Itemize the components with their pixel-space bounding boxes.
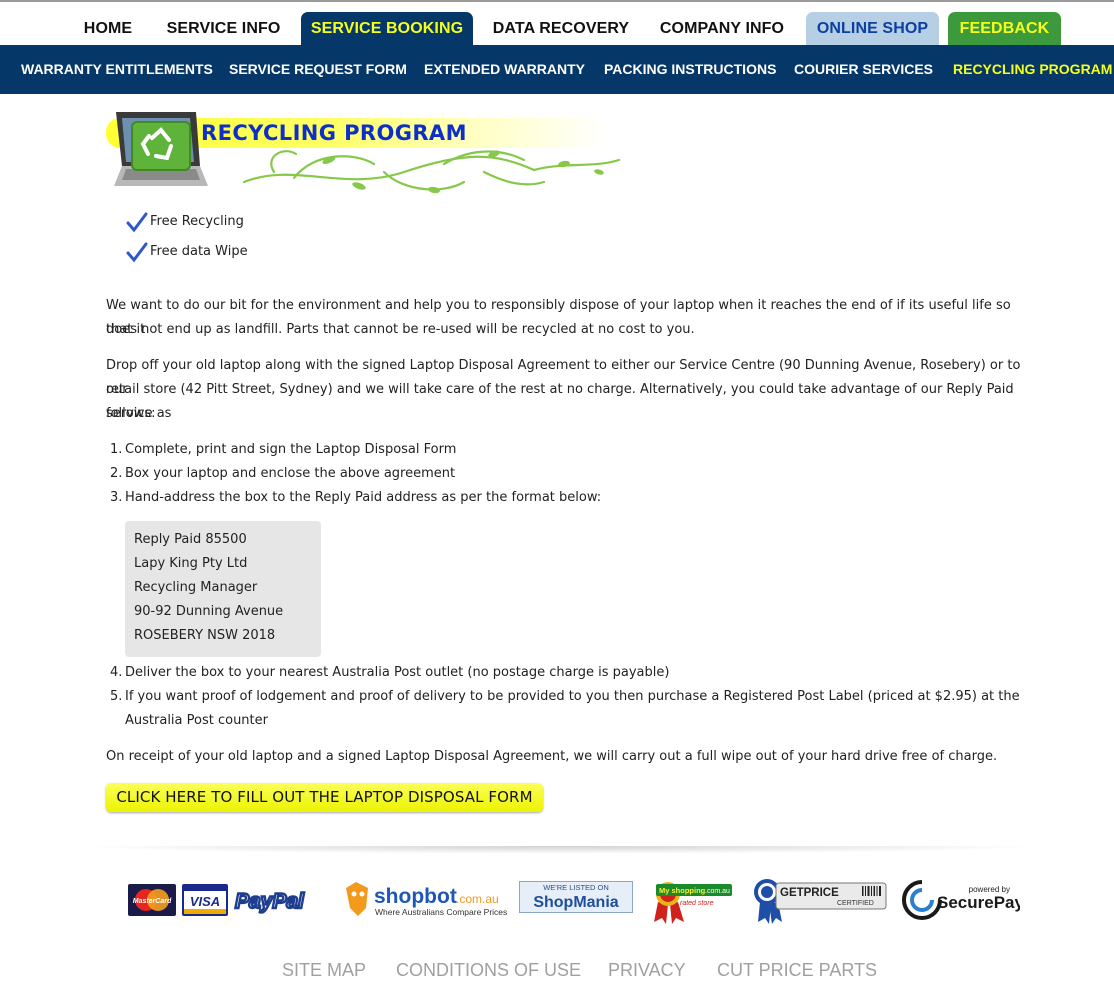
step-number: 4. bbox=[110, 665, 123, 680]
getprice-certified-badge: GETPRICE CERTIFIED bbox=[754, 879, 887, 924]
step-number: 3. bbox=[110, 490, 123, 505]
myshopping-domain: .com.au bbox=[705, 888, 730, 895]
mastercard-logo: MasterCard bbox=[128, 884, 176, 916]
securepay-name: SecurePay bbox=[937, 893, 1020, 912]
tab-data-recovery[interactable]: DATA RECOVERY bbox=[487, 12, 635, 45]
main-tabs: HOME SERVICE INFO SERVICE BOOKING DATA R… bbox=[0, 3, 1114, 45]
laptop-disposal-form-button[interactable]: CLICK HERE TO FILL OUT THE LAPTOP DISPOS… bbox=[106, 783, 543, 812]
subnav-packing-instructions[interactable]: PACKING INSTRUCTIONS bbox=[604, 45, 776, 94]
vine-decoration bbox=[242, 150, 621, 194]
step-text: Hand-address the box to the Reply Paid a… bbox=[125, 490, 602, 505]
footer-link-cut-price-parts[interactable]: CUT PRICE PARTS bbox=[717, 960, 877, 981]
getprice-name: GETPRICE bbox=[780, 887, 839, 899]
tab-service-info[interactable]: SERVICE INFO bbox=[160, 12, 287, 45]
step-number: 2. bbox=[110, 466, 123, 481]
top-rule bbox=[0, 0, 1114, 2]
address-line: ROSEBERY NSW 2018 bbox=[134, 628, 276, 643]
shopbot-name: shopbot bbox=[374, 885, 457, 908]
receipt-paragraph: On receipt of your old laptop and a sign… bbox=[106, 749, 998, 764]
visa-logo: VISA bbox=[182, 884, 228, 916]
shopmania-listed-text: WE'RE LISTED ON bbox=[543, 883, 609, 892]
step-item: 1. Complete, print and sign the Laptop Di… bbox=[110, 438, 456, 462]
address-line: 90-92 Dunning Avenue bbox=[134, 604, 284, 619]
step-number: 5. bbox=[110, 689, 123, 704]
intro-paragraph-line: does not end up as landfill. Parts that … bbox=[106, 322, 695, 337]
securepay-logo: powered by SecurePay bbox=[902, 880, 1020, 920]
subnav-recycling-program[interactable]: RECYCLING PROGRAM bbox=[953, 45, 1112, 94]
shopbot-domain: .com.au bbox=[456, 892, 499, 906]
step-text: If you want proof of lodgement and proof… bbox=[125, 689, 1020, 704]
step-item: 5. If you want proof of lodgement and pro… bbox=[110, 685, 1020, 709]
reply-paid-address-box: Reply Paid 85500 Lapy King Pty Ltd Recyc… bbox=[125, 521, 321, 657]
step-text: Australia Post counter bbox=[125, 713, 268, 728]
step-item-continuation: Australia Post counter bbox=[110, 709, 268, 733]
tab-company-info[interactable]: COMPANY INFO bbox=[652, 12, 792, 45]
check-mark-icon bbox=[126, 242, 148, 263]
paypal-logo: PayPal bbox=[234, 889, 306, 914]
subnav-courier-services[interactable]: COURIER SERVICES bbox=[794, 45, 933, 94]
step-text: Complete, print and sign the Laptop Disp… bbox=[125, 442, 457, 457]
shopbot-logo: shopbot .com.au Where Australians Compar… bbox=[346, 882, 507, 917]
step-item: 4. Deliver the box to your nearest Austra… bbox=[110, 661, 669, 685]
page-title: RECYCLING PROGRAM bbox=[201, 121, 467, 145]
myshopping-tag: rated store bbox=[680, 900, 714, 907]
footer-divider bbox=[70, 846, 1050, 854]
shopmania-badge: WE'RE LISTED ON ShopMania bbox=[519, 881, 633, 913]
paypal-text: PayPal bbox=[235, 890, 305, 913]
shopmania-name: ShopMania bbox=[533, 894, 618, 911]
laptop-recycle-icon bbox=[114, 112, 208, 186]
sub-navigation: WARRANTY ENTITLEMENTS SERVICE REQUEST FO… bbox=[0, 45, 1114, 94]
dropoff-paragraph-line: follows: bbox=[106, 406, 156, 421]
myshopping-name: My shopping bbox=[659, 886, 706, 895]
step-text: Deliver the box to your nearest Australi… bbox=[125, 665, 670, 680]
footer-link-conditions-of-use[interactable]: CONDITIONS OF USE bbox=[396, 960, 581, 981]
tab-feedback[interactable]: FEEDBACK bbox=[948, 12, 1061, 45]
address-line: Lapy King Pty Ltd bbox=[134, 556, 248, 571]
getprice-certified-text: CERTIFIED bbox=[837, 900, 874, 907]
address-line: Recycling Manager bbox=[134, 580, 258, 595]
step-item: 3. Hand-address the box to the Reply Paid… bbox=[110, 486, 601, 510]
step-number: 1. bbox=[110, 442, 123, 457]
subnav-extended-warranty[interactable]: EXTENDED WARRANTY bbox=[424, 45, 585, 94]
shopbot-tagline: Where Australians Compare Prices bbox=[375, 907, 507, 917]
tab-online-shop[interactable]: ONLINE SHOP bbox=[806, 12, 939, 45]
subnav-warranty-entitlements[interactable]: WARRANTY ENTITLEMENTS bbox=[21, 45, 213, 94]
footer-link-privacy[interactable]: PRIVACY bbox=[608, 960, 686, 981]
address-line: Reply Paid 85500 bbox=[134, 532, 247, 547]
step-item: 2. Box your laptop and enclose the above … bbox=[110, 462, 455, 486]
visa-text: VISA bbox=[190, 894, 220, 909]
mastercard-text: MasterCard bbox=[133, 898, 172, 905]
tab-service-booking[interactable]: SERVICE BOOKING bbox=[301, 12, 473, 45]
check-mark-icon bbox=[126, 212, 148, 233]
subnav-service-request-form[interactable]: SERVICE REQUEST FORM bbox=[229, 45, 407, 94]
footer-link-site-map[interactable]: SITE MAP bbox=[282, 960, 366, 981]
checklist-label: Free Recycling bbox=[150, 214, 244, 229]
checklist-label: Free data Wipe bbox=[150, 244, 248, 259]
step-text: Box your laptop and enclose the above ag… bbox=[125, 466, 456, 481]
tab-home[interactable]: HOME bbox=[76, 12, 140, 45]
myshopping-rated-badge: My shopping .com.au rated store bbox=[654, 882, 732, 924]
recycling-banner: RECYCLING PROGRAM bbox=[104, 104, 624, 200]
